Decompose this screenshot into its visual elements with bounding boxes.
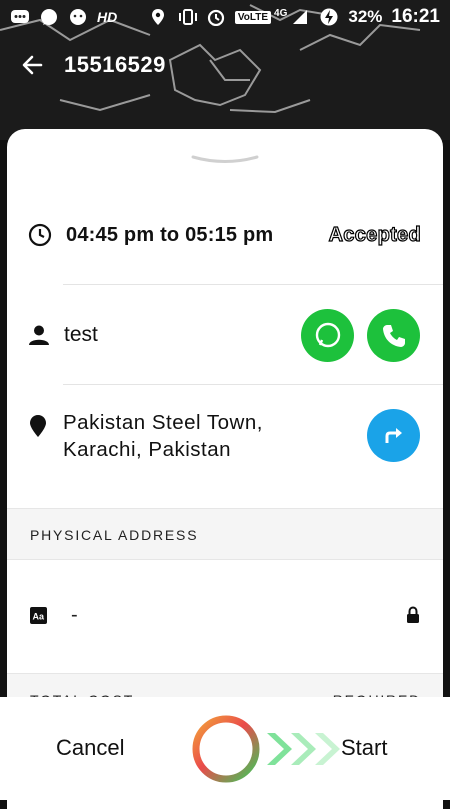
phone-icon xyxy=(381,323,407,349)
sheet-drag-handle[interactable] xyxy=(191,151,259,163)
lock-icon xyxy=(406,606,420,624)
app-bar: 15516529 xyxy=(20,52,166,78)
status-bar-left: HD xyxy=(10,8,117,26)
svg-text:Aa: Aa xyxy=(33,612,45,622)
signal-icon xyxy=(290,8,310,26)
physical-address-value: - xyxy=(71,604,78,626)
time-range: 04:45 pm to 05:15 pm xyxy=(66,223,274,246)
alarm-icon xyxy=(206,8,226,26)
customer-row: test xyxy=(7,307,443,363)
text-field-icon: Aa xyxy=(30,607,47,624)
location-pin-icon xyxy=(29,414,47,438)
directions-button[interactable] xyxy=(367,409,420,462)
bottom-action-bar: Cancel Start xyxy=(0,697,450,800)
cancel-button[interactable]: Cancel xyxy=(56,735,124,761)
volte-label: VoLTE xyxy=(234,10,272,24)
battery-charging-icon xyxy=(319,8,339,26)
location-icon xyxy=(148,8,168,26)
address-line-2: Karachi, Pakistan xyxy=(63,438,232,461)
address-line-1: Pakistan Steel Town, xyxy=(63,411,263,434)
whatsapp-icon xyxy=(39,8,59,26)
status-bar-right: VoLTE 4G 32% 16:21 xyxy=(148,6,440,28)
call-button[interactable] xyxy=(367,309,420,362)
physical-address-header: PHYSICAL ADDRESS xyxy=(7,508,443,560)
network-type-label: 4G xyxy=(274,7,288,19)
time-row: 04:45 pm to 05:15 pm Accepted xyxy=(7,219,443,251)
status-bar: HD VoLTE 4G 32% 16:21 xyxy=(0,0,450,34)
chevron-right-icon xyxy=(310,731,340,767)
address-row: Pakistan Steel Town, Karachi, Pakistan xyxy=(7,406,443,466)
physical-address-row[interactable]: Aa - xyxy=(7,559,443,673)
physical-address-label: PHYSICAL ADDRESS xyxy=(30,527,199,543)
hd-label: HD xyxy=(97,9,118,25)
messages-icon xyxy=(10,8,30,26)
address-text: Pakistan Steel Town, Karachi, Pakistan xyxy=(63,409,263,463)
chat-icon xyxy=(68,8,88,26)
divider xyxy=(63,384,443,385)
swipe-slider-knob[interactable] xyxy=(191,714,261,784)
divider xyxy=(63,284,443,285)
chat-bubble-icon xyxy=(314,322,342,350)
back-arrow-icon[interactable] xyxy=(20,53,44,77)
customer-name: test xyxy=(64,323,98,346)
start-button[interactable]: Start xyxy=(341,735,387,761)
battery-percent: 32% xyxy=(348,7,383,26)
message-button[interactable] xyxy=(301,309,354,362)
clock-icon xyxy=(28,223,52,247)
person-icon xyxy=(28,324,50,346)
booking-id-title: 15516529 xyxy=(64,52,166,77)
vibrate-icon xyxy=(177,8,197,26)
clock-time: 16:21 xyxy=(391,6,440,27)
directions-arrow-icon xyxy=(383,425,405,447)
status-badge: Accepted xyxy=(328,223,421,246)
